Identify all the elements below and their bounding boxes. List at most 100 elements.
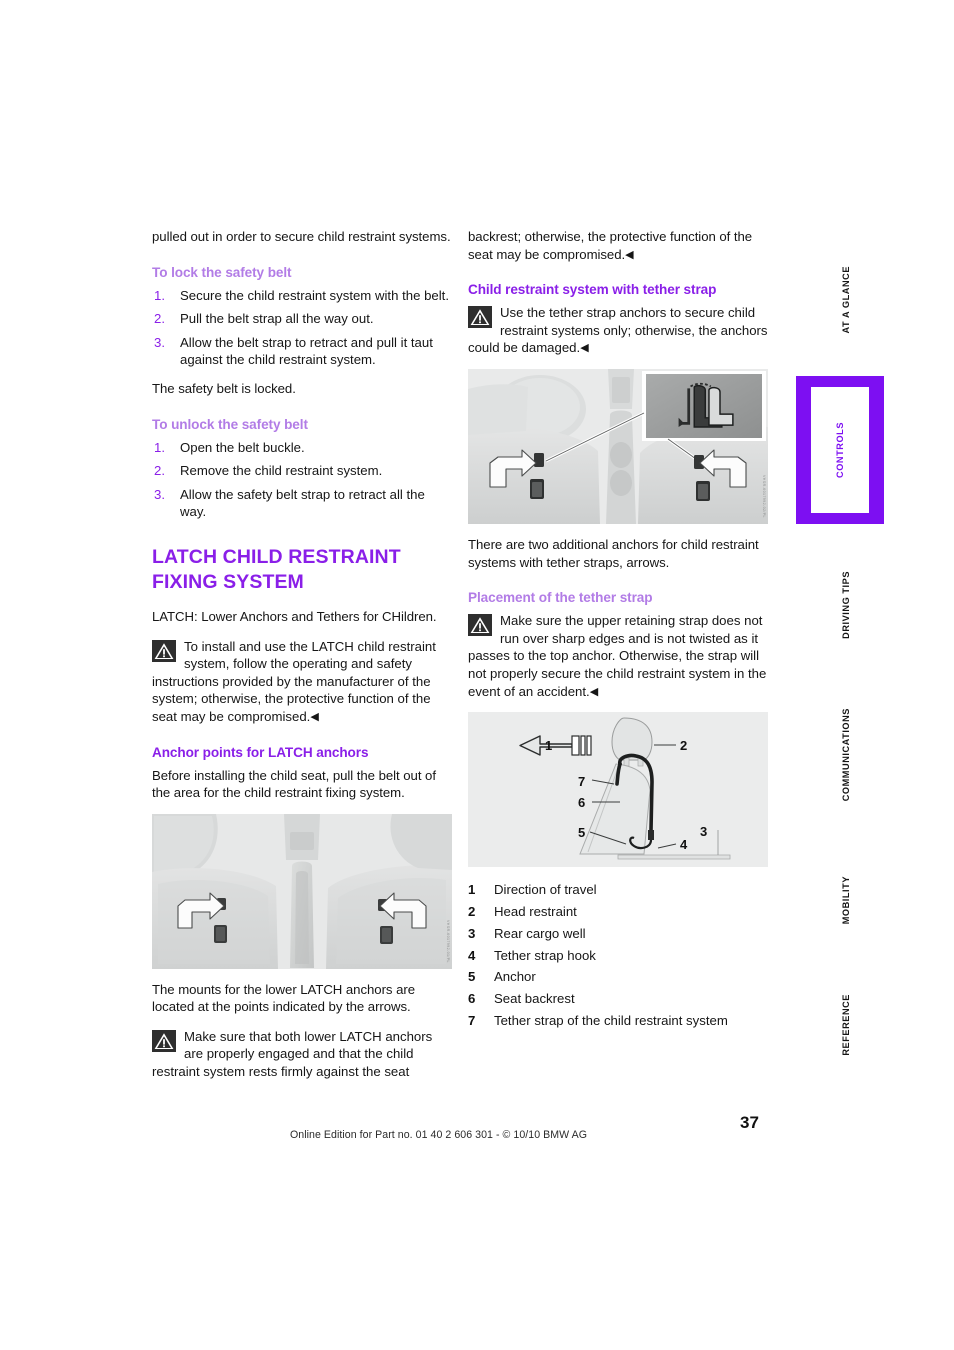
legend-label: Tether strap hook <box>494 947 596 963</box>
legend-label: Direction of travel <box>494 882 597 898</box>
anchor-intro-paragraph: Before installing the child seat, pull t… <box>152 767 436 801</box>
end-of-note-marker: ◀ <box>625 248 634 261</box>
section-tab-rail: AT A GLANCE CONTROLS DRIVING TIPS COMMUN… <box>796 250 896 1060</box>
legend-label: Rear cargo well <box>494 925 586 941</box>
lock-result-text: The safety belt is locked. <box>152 380 296 396</box>
step-text: Pull the belt strap all the way out. <box>180 311 374 327</box>
table-row: 7 Tether strap of the child restraint sys… <box>468 1010 728 1032</box>
warning-note-text: Use the tether strap anchors to secure c… <box>468 305 768 356</box>
legend-label: Seat backrest <box>494 991 575 1007</box>
legend-key: 1 <box>468 882 476 898</box>
callout-5: 5 <box>578 825 585 840</box>
end-of-note-marker: ◀ <box>589 685 599 698</box>
step-number: 1. <box>154 439 165 455</box>
list-item: 2. Pull the belt strap all the way out. <box>152 310 452 328</box>
tab-label: DRIVING TIPS <box>841 571 851 639</box>
warning-note-tether-anchors: Use the tether strap anchors to secure c… <box>468 304 768 357</box>
warning-note-latch-install: To install and use the LATCH child restr… <box>152 638 452 726</box>
heading-to-unlock-the-safety-belt: To unlock the safety belt <box>152 416 308 432</box>
heading-to-lock-the-safety-belt: To lock the safety belt <box>152 264 292 280</box>
warning-triangle-icon <box>468 614 492 637</box>
warning-note-text: Make sure that both lower LATCH anchors … <box>152 1028 433 1080</box>
legend-label: Tether strap of the child restraint syst… <box>494 1012 728 1028</box>
anchor-caption-paragraph: The mounts for the lower LATCH anchors a… <box>152 981 415 1015</box>
legend-key: 6 <box>468 991 476 1007</box>
tab-label: CONTROLS <box>835 422 845 478</box>
figure-credit: VHSR-6017992-01/PL <box>446 919 450 963</box>
legend-key: 3 <box>468 925 476 941</box>
sidebar-item-reference[interactable]: REFERENCE <box>796 970 896 1080</box>
warning-note-text: Make sure the upper retaining strap does… <box>468 613 767 699</box>
page-title-latch-child-restraint-fixing-system: LATCH CHILD RESTRAINT FIXING SYSTEM <box>152 545 401 593</box>
active-tab-inner: CONTROLS <box>811 387 869 513</box>
page-number: 37 <box>740 1113 759 1132</box>
callout-7: 7 <box>578 774 585 789</box>
step-text: Remove the child restraint system. <box>180 463 383 479</box>
list-item: 3. Allow the safety belt strap to retract… <box>152 486 452 521</box>
step-text: Open the belt buckle. <box>180 439 305 455</box>
step-number: 2. <box>154 311 165 327</box>
continued-paragraph: pulled out in order to secure child rest… <box>152 229 451 244</box>
callout-1: 1 <box>545 738 552 753</box>
step-number: 1. <box>154 287 165 303</box>
tab-label: REFERENCE <box>841 994 851 1056</box>
warning-triangle-icon <box>468 306 492 329</box>
sidebar-item-driving-tips[interactable]: DRIVING TIPS <box>796 550 896 660</box>
callout-4: 4 <box>680 837 688 852</box>
warning-note-text: To install and use the LATCH child restr… <box>152 638 436 724</box>
callout-3: 3 <box>700 824 707 839</box>
step-text: Allow the belt strap to retract and pull… <box>180 334 433 368</box>
step-number: 2. <box>154 463 165 479</box>
legend-key: 2 <box>468 903 476 919</box>
sidebar-item-controls[interactable]: CONTROLS <box>796 376 884 524</box>
right-text-column: backrest; otherwise, the protective func… <box>468 228 768 1032</box>
table-row: 5 Anchor <box>468 966 728 988</box>
callout-2: 2 <box>680 738 687 753</box>
sidebar-item-at-a-glance[interactable]: AT A GLANCE <box>796 250 896 350</box>
step-number: 3. <box>154 486 165 502</box>
latch-intro-paragraph: LATCH: Lower Anchors and Tethers for CHi… <box>152 608 437 624</box>
sidebar-item-mobility[interactable]: MOBILITY <box>796 850 896 950</box>
heading-child-restraint-system-with-tether-strap: Child restraint system with tether strap <box>468 282 717 298</box>
heading-anchor-points-for-latch-anchors: Anchor points for LATCH anchors <box>152 744 369 760</box>
list-item: 1. Secure the child restraint system with… <box>152 287 452 305</box>
warning-triangle-icon <box>152 639 176 662</box>
legend-label: Anchor <box>494 969 536 985</box>
list-item: 3. Allow the belt strap to retract and pu… <box>152 334 452 369</box>
warning-triangle-icon <box>152 1029 176 1052</box>
end-of-note-marker: ◀ <box>310 710 319 723</box>
tether-caption-paragraph: There are two additional anchors for chi… <box>468 536 759 570</box>
heading-placement-of-the-tether-strap: Placement of the tether strap <box>468 590 653 606</box>
lock-steps-list: 1. Secure the child restraint system with… <box>152 287 452 369</box>
warning-note-lower-anchors: Make sure that both lower LATCH anchors … <box>152 1028 452 1081</box>
table-row: 3 Rear cargo well <box>468 923 728 945</box>
end-of-note-marker: ◀ <box>580 342 589 355</box>
list-item: 1. Open the belt buckle. <box>152 439 452 457</box>
continued-paragraph: backrest; otherwise, the protective func… <box>468 228 768 263</box>
manual-page: pulled out in order to secure child rest… <box>0 0 954 1350</box>
legend-label: Head restraint <box>494 903 577 919</box>
table-row: 1 Direction of travel <box>468 879 728 901</box>
sidebar-item-communications[interactable]: COMMUNICATIONS <box>796 680 896 830</box>
figure-credit: VHSR-6017992-02/PL <box>762 475 766 518</box>
tab-label: MOBILITY <box>841 875 851 925</box>
legend-key: 5 <box>468 969 476 985</box>
figure-legend-table: 1 Direction of travel 2 Head restraint 3 Re… <box>468 879 728 1032</box>
unlock-steps-list: 1. Open the belt buckle. 2. Remove the chi… <box>152 439 452 521</box>
legend-key: 7 <box>468 1012 476 1028</box>
footer-edition-text: Online Edition for Part no. 01 40 2 606 … <box>290 1129 588 1141</box>
table-row: 4 Tether strap hook <box>468 945 728 967</box>
tab-label: AT A GLANCE <box>841 266 851 334</box>
table-row: 2 Head restraint <box>468 901 728 923</box>
figure-tether-strap-routing-diagram: 1 2 3 4 5 6 7 <box>468 712 768 868</box>
figure-rear-seat-tether-anchors-photo: VHSR-6017992-02/PL <box>468 368 768 524</box>
table-row: 6 Seat backrest <box>468 988 728 1010</box>
callout-6: 6 <box>578 795 585 810</box>
figure-rear-seat-latch-anchor-photo: VHSR-6017992-01/PL <box>152 813 452 969</box>
legend-key: 4 <box>468 947 476 963</box>
list-item: 2. Remove the child restraint system. <box>152 462 452 480</box>
step-number: 3. <box>154 334 165 350</box>
step-text: Allow the safety belt strap to retract a… <box>180 486 425 520</box>
left-text-column: pulled out in order to secure child rest… <box>152 228 452 1093</box>
warning-note-strap-routing: Make sure the upper retaining strap does… <box>468 612 768 700</box>
